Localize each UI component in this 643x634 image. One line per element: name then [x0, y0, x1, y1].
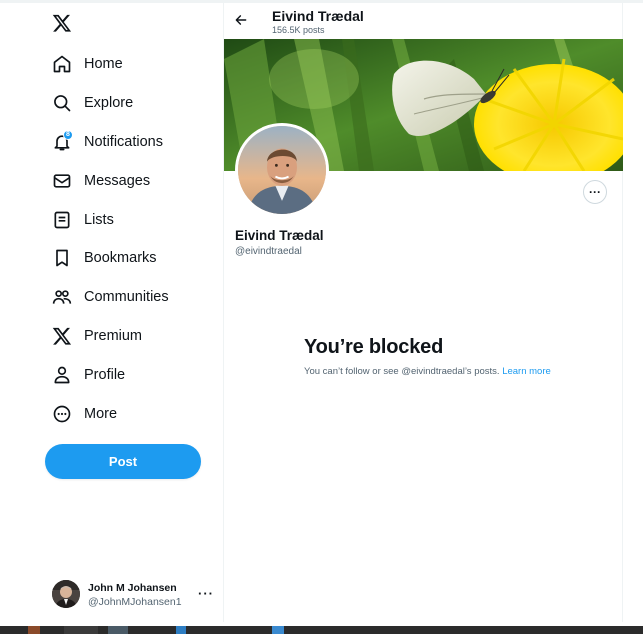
- profile-handle: @eivindtraedal: [235, 246, 302, 257]
- profile-header: Eivind Trædal 156.5K posts: [224, 3, 623, 39]
- blocked-notice: You’re blocked You can’t follow or see @…: [304, 336, 554, 378]
- post-button[interactable]: Post: [45, 444, 201, 479]
- nav-label-communities: Communities: [84, 289, 169, 306]
- taskbar-app-icon[interactable]: [64, 626, 98, 634]
- list-icon: [52, 210, 72, 230]
- nav-label-premium: Premium: [84, 327, 143, 344]
- nav-label-explore: Explore: [84, 95, 134, 112]
- account-handle: @JohnMJohansen1: [88, 596, 182, 608]
- more-circle-icon: [52, 404, 72, 424]
- nav-label-profile: Profile: [84, 366, 126, 383]
- x-logo-icon: [52, 326, 72, 346]
- profile-more-button[interactable]: ···: [583, 180, 607, 204]
- nav-label-home: Home: [84, 56, 123, 73]
- taskbar-app-icon[interactable]: [272, 626, 284, 634]
- sidebar: Home Explore 8 Notifications Messages Li…: [0, 3, 224, 622]
- taskbar-app-icon[interactable]: [176, 626, 186, 634]
- nav-label-notifications: Notifications: [84, 133, 163, 150]
- notification-badge: 8: [63, 129, 73, 140]
- person-icon: [52, 365, 72, 385]
- blocked-message: You can’t follow or see @eivindtraedal’s…: [304, 365, 554, 378]
- nav-item-lists[interactable]: Lists: [0, 200, 224, 239]
- nav-item-communities[interactable]: Communities: [0, 278, 224, 317]
- taskbar: [0, 626, 643, 634]
- account-name: John M Johansen: [88, 582, 177, 594]
- taskbar-app-icon[interactable]: [108, 626, 128, 634]
- nav-label-more: More: [84, 405, 118, 422]
- primary-nav: Home Explore 8 Notifications Messages Li…: [0, 45, 224, 433]
- account-more-icon[interactable]: ···: [198, 586, 214, 601]
- nav-label-bookmarks: Bookmarks: [84, 250, 157, 267]
- nav-item-bookmarks[interactable]: Bookmarks: [0, 239, 224, 278]
- bookmark-icon: [52, 248, 72, 268]
- nav-item-home[interactable]: Home: [0, 45, 224, 84]
- nav-item-notifications[interactable]: 8 Notifications: [0, 123, 224, 162]
- back-arrow-icon[interactable]: [234, 13, 248, 27]
- nav-item-profile[interactable]: Profile: [0, 355, 224, 394]
- taskbar-app-icon[interactable]: [28, 626, 40, 634]
- nav-item-explore[interactable]: Explore: [0, 84, 224, 123]
- blocked-title: You’re blocked: [304, 336, 444, 358]
- header-name: Eivind Trædal: [272, 8, 364, 24]
- blocked-text: You can’t follow or see @eivindtraedal’s…: [304, 366, 500, 377]
- avatar: [52, 580, 80, 608]
- home-icon: [52, 54, 72, 74]
- profile-name: Eivind Trædal: [235, 228, 324, 243]
- mail-icon: [52, 171, 72, 191]
- learn-more-link[interactable]: Learn more: [502, 366, 551, 377]
- account-switcher[interactable]: John M Johansen @JohnMJohansen1 ···: [52, 580, 224, 610]
- profile-avatar[interactable]: [235, 123, 329, 217]
- x-logo-icon[interactable]: [52, 13, 72, 33]
- nav-item-more[interactable]: More: [0, 394, 224, 433]
- nav-item-premium[interactable]: Premium: [0, 317, 224, 356]
- communities-icon: [52, 287, 72, 307]
- search-icon: [52, 93, 72, 113]
- nav-label-lists: Lists: [84, 211, 114, 228]
- nav-item-messages[interactable]: Messages: [0, 161, 224, 200]
- main-column: Eivind Trædal 156.5K posts ··· Eivind Tr…: [224, 3, 623, 622]
- nav-label-messages: Messages: [84, 172, 151, 189]
- header-post-count: 156.5K posts: [272, 25, 325, 35]
